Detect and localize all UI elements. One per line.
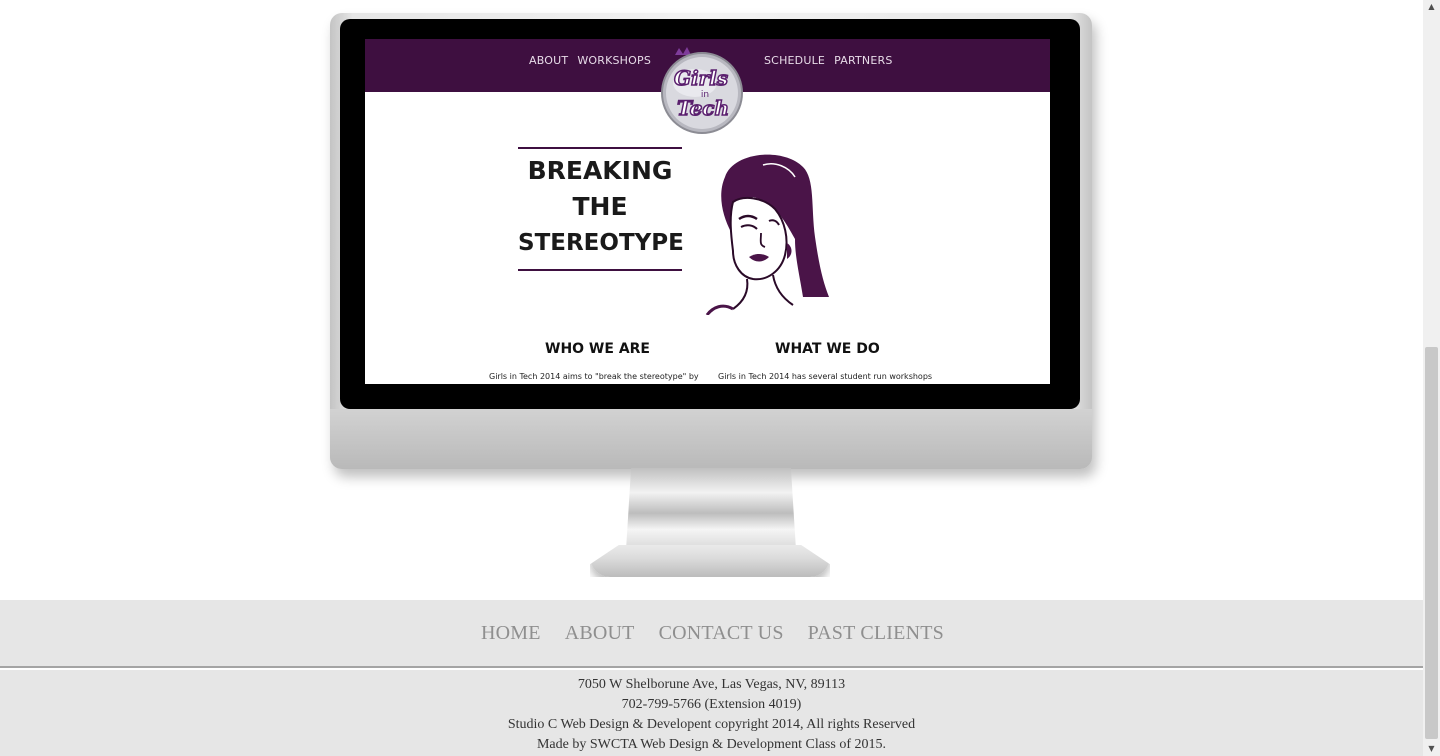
footer-navigation: HOME ABOUT CONTACT US PAST CLIENTS — [0, 600, 1423, 668]
preview-nav-partners[interactable]: PARTNERS — [834, 54, 892, 67]
scroll-up-arrow-icon[interactable]: ▲ — [1423, 0, 1440, 14]
what-we-do-heading: WHAT WE DO — [775, 341, 880, 357]
who-we-are-text: Girls in Tech 2014 aims to "break the st… — [489, 372, 699, 381]
preview-nav-right: SCHEDULE PARTNERS — [764, 54, 893, 67]
retro-woman-illustration — [705, 154, 829, 315]
footer-phone: 702-799-5766 (Extension 4019) — [621, 697, 802, 712]
monitor-frame: ABOUT WORKSHOPS SCHEDULE PARTNERS Girls … — [330, 13, 1092, 469]
hero-line-3: STEREOTYPE — [518, 230, 684, 256]
logo-word-girls: Girls — [674, 66, 728, 90]
vertical-scrollbar[interactable]: ▲ ▼ — [1423, 0, 1440, 756]
footer-credit: Made by SWCTA Web Design & Development C… — [536, 737, 886, 752]
monitor-stand-neck — [626, 468, 796, 550]
footer-link-contact-us[interactable]: CONTACT US — [659, 622, 784, 645]
preview-nav-about[interactable]: ABOUT — [529, 54, 568, 67]
footer-info: 7050 W Shelborune Ave, Las Vegas, NV, 89… — [0, 670, 1423, 756]
who-we-are-heading: WHO WE ARE — [545, 341, 650, 357]
monitor-chin — [330, 409, 1092, 469]
footer-link-past-clients[interactable]: PAST CLIENTS — [808, 622, 944, 645]
logo-word-tech: Tech — [677, 96, 729, 120]
website-preview-screen: ABOUT WORKSHOPS SCHEDULE PARTNERS Girls … — [365, 39, 1050, 384]
monitor-bezel: ABOUT WORKSHOPS SCHEDULE PARTNERS Girls … — [340, 19, 1080, 409]
preview-nav-workshops[interactable]: WORKSHOPS — [577, 54, 651, 67]
footer-copyright: Studio C Web Design & Developent copyrig… — [507, 717, 916, 732]
scroll-down-arrow-icon[interactable]: ▼ — [1423, 742, 1440, 756]
girls-in-tech-logo[interactable]: Girls in Tech — [655, 45, 747, 137]
preview-nav-left: ABOUT WORKSHOPS — [529, 54, 651, 67]
hero-line-1: BREAKING — [527, 156, 673, 185]
footer-link-about[interactable]: ABOUT — [565, 622, 635, 645]
monitor-stand-base — [590, 545, 830, 577]
hero-line-2: THE — [572, 192, 628, 221]
what-we-do-text: Girls in Tech 2014 has several student r… — [718, 372, 933, 381]
scrollbar-thumb[interactable] — [1425, 347, 1438, 739]
hero-title: BREAKING THE STEREOTYPE — [518, 147, 684, 271]
preview-nav-schedule[interactable]: SCHEDULE — [764, 54, 825, 67]
footer-address: 7050 W Shelborune Ave, Las Vegas, NV, 89… — [577, 677, 846, 692]
footer-link-home[interactable]: HOME — [481, 622, 541, 645]
